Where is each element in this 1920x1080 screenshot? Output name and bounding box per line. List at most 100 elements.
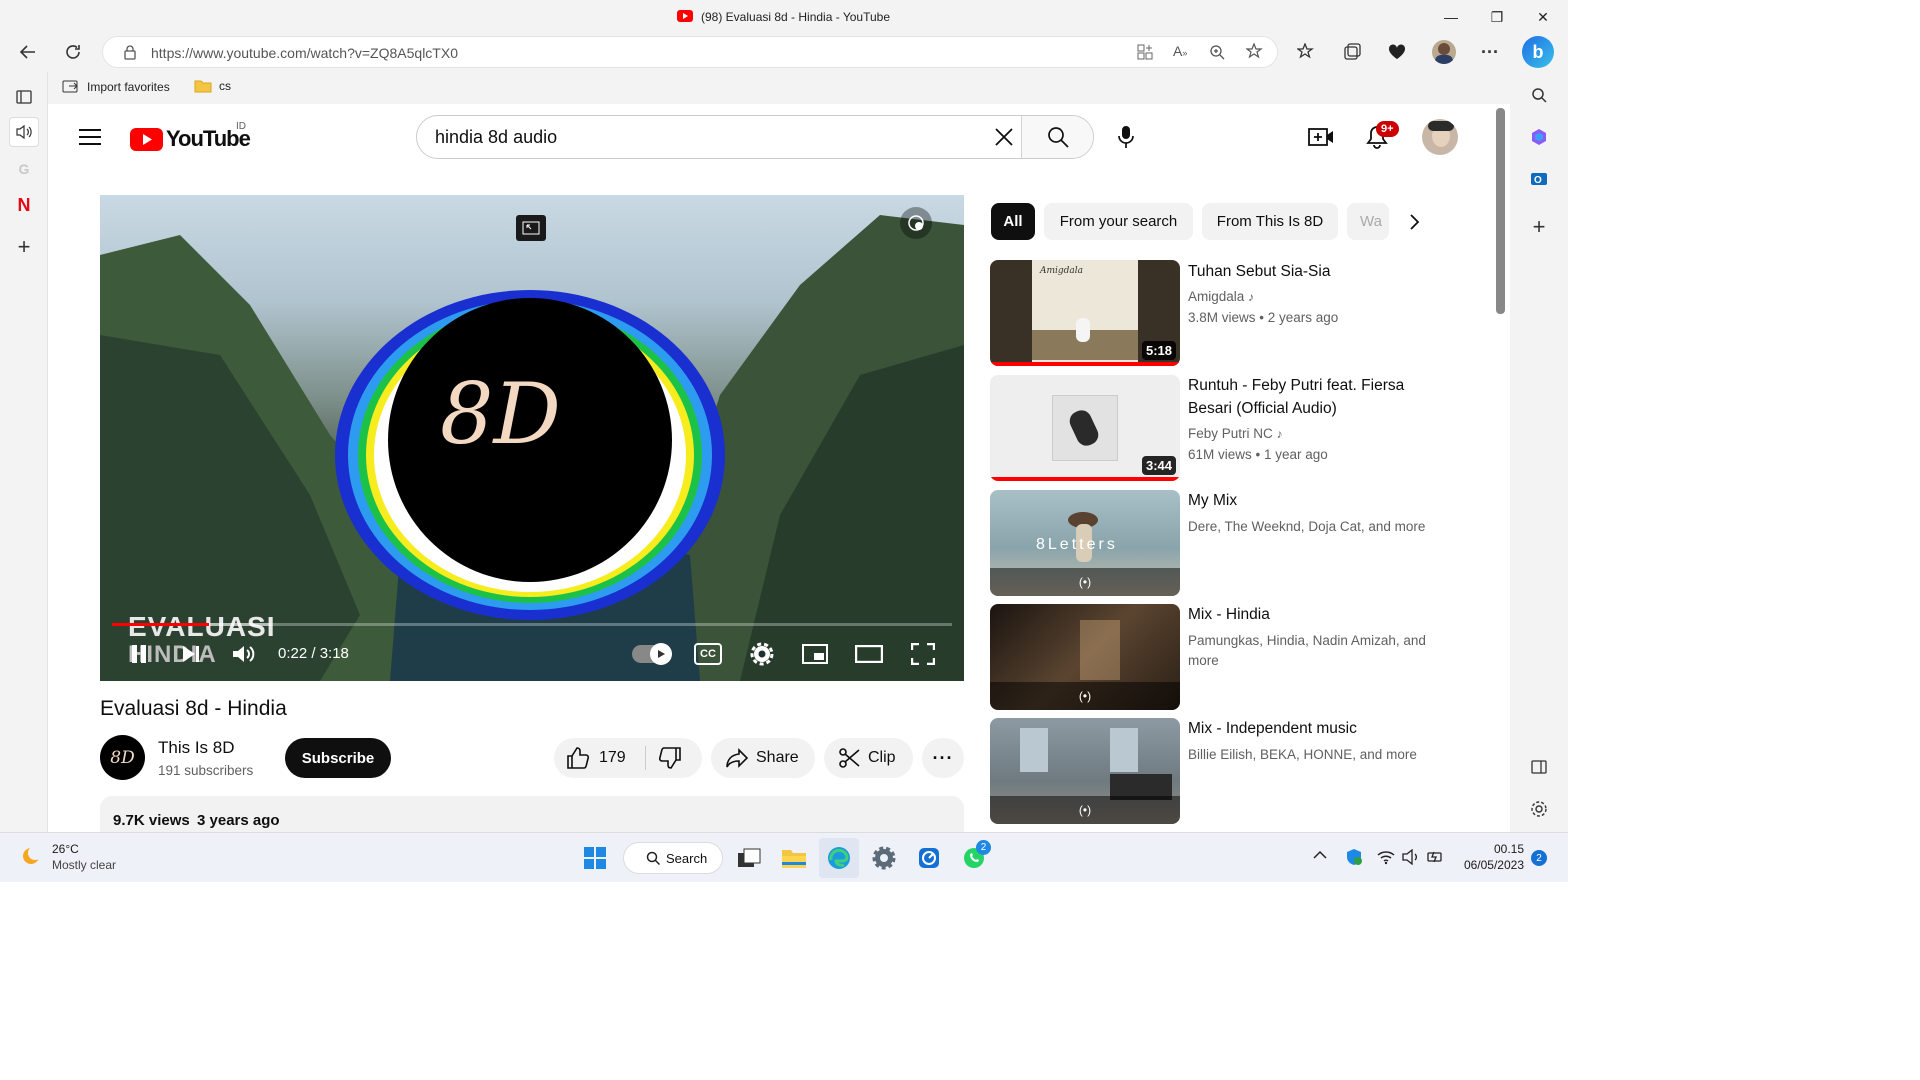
minimize-icon[interactable]: — [1428,0,1474,34]
security-icon[interactable] [1345,848,1363,866]
dislike-button[interactable] [658,746,682,770]
profile-avatar[interactable] [1432,40,1456,64]
wifi-icon[interactable] [1377,849,1395,865]
chip-all[interactable]: All [991,203,1035,240]
start-button[interactable] [575,838,615,878]
weather-icon[interactable] [20,844,44,868]
share-button[interactable]: Share [711,738,815,778]
sidebar-office-icon[interactable] [1524,122,1554,152]
suggestion-title[interactable]: Runtuh - Feby Putri feat. Fiersa Besari … [1188,374,1428,420]
subtitles-button[interactable]: CC [694,643,722,665]
sidebar-outlook-icon[interactable]: O [1524,164,1554,194]
bing-chat-icon[interactable]: b [1522,36,1554,68]
tab-youtube-audio-icon[interactable] [9,117,39,147]
voice-search-button[interactable] [1106,117,1146,157]
chip-from-this-is-8d[interactable]: From This Is 8D [1202,203,1338,240]
chevron-right-icon[interactable] [1396,206,1432,238]
clip-button[interactable]: Clip [824,738,913,778]
battery-charging-icon[interactable] [1427,849,1445,865]
hide-sidebar-icon[interactable] [1524,752,1554,782]
weather-desc[interactable]: Mostly clear [52,858,116,872]
clock-time[interactable]: 00.15 [1460,842,1524,856]
create-video-button[interactable] [1304,120,1338,154]
notification-center-badge[interactable]: 2 [1531,850,1547,866]
suggestion-title[interactable]: Mix - Independent music [1188,717,1428,740]
album-cover-figure [1076,318,1090,342]
back-icon[interactable] [12,36,44,68]
page-scrollbar[interactable] [1496,108,1505,314]
address-bar[interactable]: https://www.youtube.com/watch?v=ZQ8A5qlc… [102,36,1278,68]
suggestion-channel[interactable]: Amigdala ♪ [1188,287,1428,307]
video-player[interactable]: 8D EVALUASI HINDIA 0:22 / 3:18 CC [100,195,964,681]
suggestion-title[interactable]: Tuhan Sebut Sia-Sia [1188,260,1428,283]
autoplay-info-icon[interactable] [900,207,932,239]
sidebar-settings-icon[interactable] [1524,794,1554,824]
import-favorites-link[interactable]: Import favorites [62,79,170,95]
suggestion-thumbnail[interactable]: (•) [990,604,1180,710]
browser-essentials-icon[interactable] [1381,36,1413,68]
chip-from-your-search[interactable]: From your search [1044,203,1193,240]
new-tab-icon[interactable]: + [9,232,39,262]
autoplay-toggle[interactable] [632,643,672,665]
suggestion-thumbnail[interactable]: (•) [990,718,1180,824]
tab-google-icon[interactable]: G [9,154,39,184]
weather-temp[interactable]: 26°C [52,842,79,856]
description-box[interactable]: 9.7K views 3 years ago [100,796,964,836]
next-video-icon[interactable] [178,641,204,667]
search-icon [1047,127,1069,148]
clock-date[interactable]: 06/05/2023 [1450,858,1524,872]
menu-icon[interactable] [72,120,108,154]
lock-icon[interactable] [123,44,137,60]
suggestion-thumbnail[interactable]: 3:44 [990,375,1180,481]
theater-mode-icon[interactable] [854,641,884,667]
add-favorite-icon[interactable] [1246,43,1264,61]
task-view-icon[interactable] [729,838,769,878]
youtube-logo[interactable]: YouTube [130,126,251,152]
clear-search-icon[interactable] [993,126,1015,148]
suggestion-channel[interactable]: Feby Putri NC ♪ [1188,424,1428,444]
settings-gear-icon[interactable] [748,641,776,667]
suggestion-title[interactable]: Mix - Hindia [1188,603,1428,626]
speaker-icon[interactable] [1402,849,1420,865]
search-input[interactable]: hindia 8d audio [435,127,557,148]
restore-icon[interactable]: ❐ [1474,0,1520,34]
subscribe-button[interactable]: Subscribe [285,738,391,778]
file-explorer-icon[interactable] [774,838,814,878]
channel-name[interactable]: This Is 8D [158,738,235,758]
like-button[interactable] [566,746,590,770]
edge-browser-icon[interactable] [819,838,859,878]
refresh-icon[interactable] [57,36,89,68]
more-options-icon[interactable]: ··· [1474,36,1506,68]
taskbar-search[interactable]: Search [623,842,723,874]
account-avatar[interactable] [1422,119,1458,155]
fullscreen-icon[interactable] [908,641,938,667]
suggestion-title[interactable]: My Mix [1188,489,1428,512]
more-actions-icon[interactable]: ··· [922,738,964,778]
search-button[interactable] [1021,116,1093,158]
pause-icon[interactable] [126,641,152,667]
miniplayer-icon[interactable] [800,641,830,667]
show-hidden-icons-icon[interactable] [1313,850,1327,860]
chip-truncated[interactable]: Wa [1347,203,1389,240]
url-text[interactable]: https://www.youtube.com/watch?v=ZQ8A5qlc… [151,45,458,61]
read-aloud-icon[interactable]: A» [1173,43,1187,59]
suggestion-thumbnail[interactable]: 8Letters (•) [990,490,1180,596]
volume-icon[interactable] [230,641,258,667]
favorite-folder-cs[interactable]: cs [194,79,231,93]
sidebar-search-icon[interactable] [1524,80,1554,110]
sidebar-add-icon[interactable]: + [1524,212,1554,242]
suggestion-thumbnail[interactable]: Amigdala 5:18 [990,260,1180,366]
favorites-icon[interactable] [1290,36,1322,68]
collections-icon[interactable] [1336,36,1368,68]
tab-netflix-icon[interactable]: N [9,190,39,220]
snipping-tool-icon[interactable] [909,838,949,878]
album-cover: Amigdala [1032,260,1138,366]
close-icon[interactable]: ✕ [1520,0,1566,34]
app-available-icon[interactable] [1137,44,1153,60]
search-box[interactable]: hindia 8d audio [416,115,1094,159]
channel-avatar[interactable]: 8D [100,735,145,780]
tab-actions-icon[interactable] [9,82,39,112]
zoom-icon[interactable] [1209,44,1225,60]
miniplayer-expand-icon[interactable] [516,215,546,241]
settings-app-icon[interactable] [864,838,904,878]
